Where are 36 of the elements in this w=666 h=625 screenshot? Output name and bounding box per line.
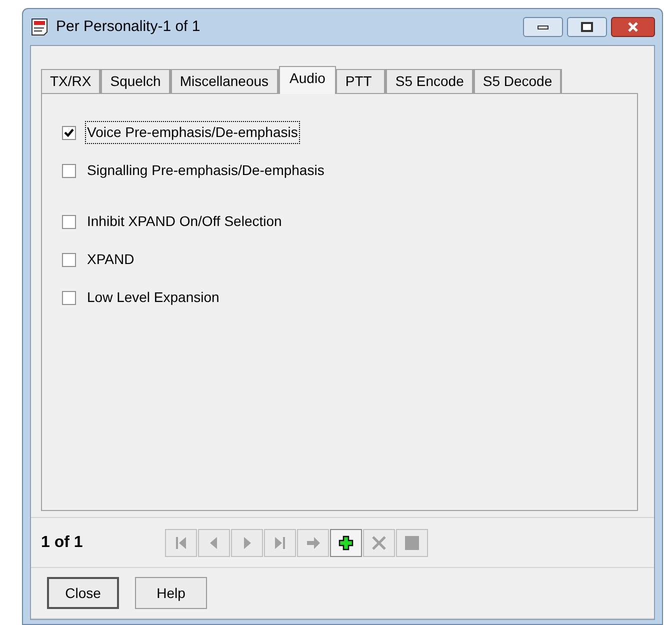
tab[interactable]: S5 Encode — [386, 69, 474, 93]
minimize-button[interactable] — [523, 17, 563, 37]
checkbox-label: Voice Pre-emphasis/De-emphasis — [85, 121, 300, 144]
tab[interactable]: S5 Decode — [474, 69, 562, 93]
plus-icon — [338, 534, 354, 550]
record-counter: 1 of 1 — [41, 532, 84, 552]
toolbar-button[interactable] — [330, 528, 362, 556]
checkbox[interactable] — [62, 290, 76, 304]
close-icon — [627, 22, 639, 32]
maximize-icon — [581, 22, 593, 32]
maximize-button[interactable] — [567, 17, 607, 37]
tab[interactable]: TX/RX — [41, 69, 102, 93]
tab[interactable]: PTT — [336, 69, 386, 93]
checkbox[interactable] — [62, 252, 76, 266]
minimize-icon — [537, 24, 549, 30]
skip-forward-icon — [272, 534, 288, 550]
checkbox-label: Signalling Pre-emphasis/De-emphasis — [86, 161, 326, 180]
tab[interactable]: Audio — [278, 66, 336, 94]
checkmark-icon — [64, 128, 74, 137]
checkbox-label: Low Level Expansion — [86, 288, 220, 307]
x-icon — [371, 534, 387, 550]
checkbox-label: XPAND — [86, 250, 136, 269]
checkbox[interactable] — [62, 126, 76, 140]
dialog-button[interactable]: Help — [135, 577, 207, 609]
checkbox-label: Inhibit XPAND On/Off Selection — [86, 212, 283, 231]
checkbox[interactable] — [62, 214, 76, 228]
tab[interactable]: Squelch — [101, 69, 171, 93]
arrow-right-icon — [305, 534, 321, 550]
document-icon — [30, 17, 50, 37]
close-button[interactable] — [611, 17, 655, 37]
window-title: Per Personality-1 of 1 — [56, 16, 200, 37]
skip-back-icon — [173, 534, 189, 550]
tab[interactable]: Miscellaneous — [170, 69, 279, 93]
checkbox[interactable] — [62, 164, 76, 178]
dialog-button[interactable]: Close — [47, 577, 119, 609]
square-icon — [404, 534, 420, 550]
